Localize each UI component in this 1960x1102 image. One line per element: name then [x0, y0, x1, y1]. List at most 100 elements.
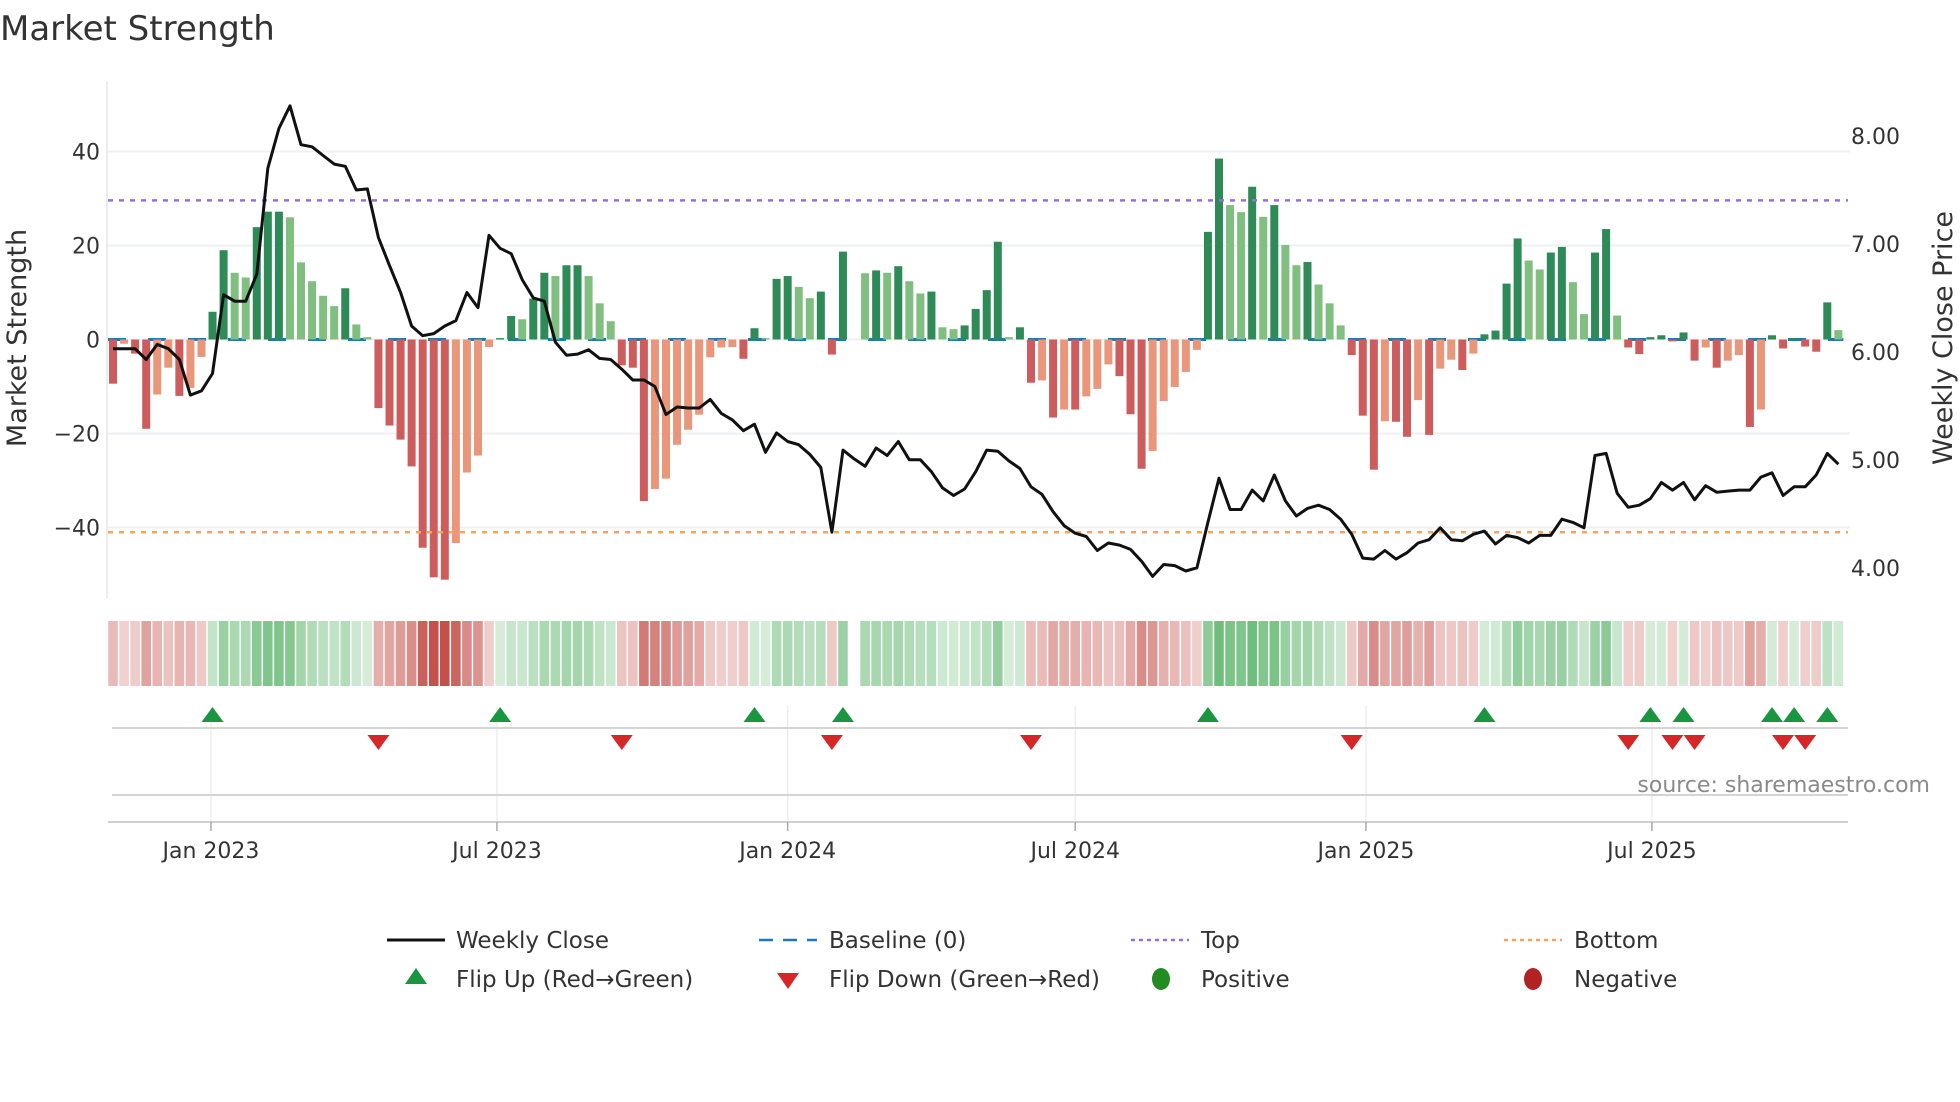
legend-item-negative[interactable]: Negative [1524, 967, 1677, 993]
heatmap-cell [937, 621, 948, 686]
positive-bar [1292, 265, 1301, 340]
positive-bar [1270, 205, 1279, 340]
positive-bar [1336, 325, 1345, 340]
heatmap-cell [517, 621, 528, 686]
legend-item-top[interactable]: Top [1131, 928, 1240, 954]
heatmap-cell [1092, 621, 1103, 686]
positive-bar [1215, 158, 1223, 340]
right-y-tick-labels: 8.00 7.00 6.00 5.00 4.00 [1851, 125, 1900, 582]
heatmap-cell [1822, 621, 1833, 686]
heatmap-cell [108, 621, 118, 686]
x-tick-label: Jan 2024 [737, 839, 836, 864]
negative-bar [706, 339, 715, 358]
heatmap-cell [705, 621, 716, 686]
legend-item-positive[interactable]: Positive [1152, 967, 1290, 993]
negative-bar [120, 339, 129, 344]
x-tick-label: Jul 2023 [450, 839, 542, 864]
heatmap-cell [1789, 621, 1799, 686]
negative-bar [695, 339, 704, 415]
heatmap-cell [318, 621, 328, 686]
positive-bar [1768, 335, 1776, 340]
heatmap-cell [196, 621, 207, 686]
legend-item-flip-up[interactable]: Flip Up (Red→Green) [405, 967, 693, 993]
positive-bar [993, 241, 1002, 340]
heatmap-cell [838, 621, 848, 686]
weekly-close-line [113, 104, 1840, 578]
positive-bar [1303, 261, 1312, 340]
legend-label: Baseline (0) [829, 928, 966, 954]
y2-tick-label: 8.00 [1851, 125, 1900, 150]
negative-bar [1148, 339, 1157, 451]
positive-bar [1502, 283, 1511, 340]
heatmap-cell [428, 621, 439, 686]
negative-bar [1369, 339, 1378, 470]
heatmap-cell [1700, 621, 1711, 686]
heatmap-cell [406, 621, 417, 686]
flip-down-marker [367, 735, 390, 750]
heatmap-cell [594, 621, 605, 686]
chart-title: Market Strength [0, 9, 275, 49]
positive-bar [883, 272, 892, 340]
heatmap-cell [1667, 621, 1678, 686]
right-y-axis-title: Weekly Close Price [1928, 211, 1959, 465]
heatmap-cell [561, 621, 572, 686]
flip-up-marker [1639, 707, 1662, 722]
triangle-up-icon [405, 968, 427, 984]
heatmap-cell [860, 621, 870, 686]
negative-bar [1469, 339, 1478, 354]
heatmap-cell [207, 621, 218, 686]
circle-icon [1152, 968, 1170, 990]
negative-bar [164, 339, 173, 368]
heatmap-cell [1435, 621, 1445, 686]
legend-item-flip-down[interactable]: Flip Down (Green→Red) [777, 967, 1100, 993]
flip-up-marker [1196, 707, 1219, 722]
heatmap-cell [816, 621, 826, 686]
negative-bar [1745, 339, 1754, 427]
heatmap-cell [1579, 621, 1589, 686]
legend-label: Positive [1201, 967, 1290, 993]
positive-bar [1679, 332, 1688, 340]
positive-bar [562, 265, 571, 340]
heatmap-cell [340, 621, 351, 686]
heatmap-cell [1357, 621, 1368, 686]
legend-item-bottom[interactable]: Bottom [1504, 928, 1658, 954]
positive-bar [1237, 212, 1246, 340]
negative-bar [1624, 339, 1633, 348]
flip-up-marker [1783, 707, 1806, 722]
left-y-tick-labels: 40 20 0 −20 −40 [54, 141, 100, 542]
heatmap-cell [804, 621, 815, 686]
heatmap-cell [1811, 621, 1822, 686]
flip-down-marker [820, 735, 843, 750]
market-strength-chart: Market Strength 40 20 0 −20 −40 8.00 7.00 6.00… [0, 9, 1959, 993]
legend-item-weekly-close[interactable]: Weekly Close [387, 928, 609, 954]
heatmap-cell [539, 621, 550, 686]
positive-bar [794, 286, 803, 340]
negative-bar [617, 339, 626, 366]
y-tick-label: 20 [72, 235, 100, 260]
heatmap-cell [572, 621, 583, 686]
positive-bar [750, 328, 759, 340]
heatmap-cell [1269, 621, 1280, 686]
negative-bar [1347, 339, 1356, 356]
heatmap-cell [1645, 621, 1656, 686]
negative-bar [1414, 339, 1423, 401]
negative-bar [1712, 339, 1721, 368]
x-tick-label: Jan 2025 [1315, 839, 1414, 864]
legend-item-baseline[interactable]: Baseline (0) [759, 928, 966, 954]
heatmap-cell [1048, 621, 1058, 686]
negative-bar [684, 339, 693, 430]
positive-bar [927, 291, 936, 340]
positive-bar [319, 295, 328, 340]
positive-bar [584, 276, 593, 340]
negative-bar [1060, 339, 1069, 410]
negative-bar [1756, 339, 1765, 410]
negative-bar [1812, 339, 1821, 352]
positive-bar [341, 288, 350, 340]
heatmap-cell [1380, 621, 1390, 686]
y-tick-label: −20 [54, 423, 100, 448]
negative-bar [1104, 339, 1113, 365]
x-tick-label: Jul 2025 [1605, 839, 1697, 864]
negative-bar [1170, 339, 1179, 387]
source-note: source: sharemaestro.com [1637, 773, 1930, 798]
negative-bar [1380, 339, 1389, 422]
